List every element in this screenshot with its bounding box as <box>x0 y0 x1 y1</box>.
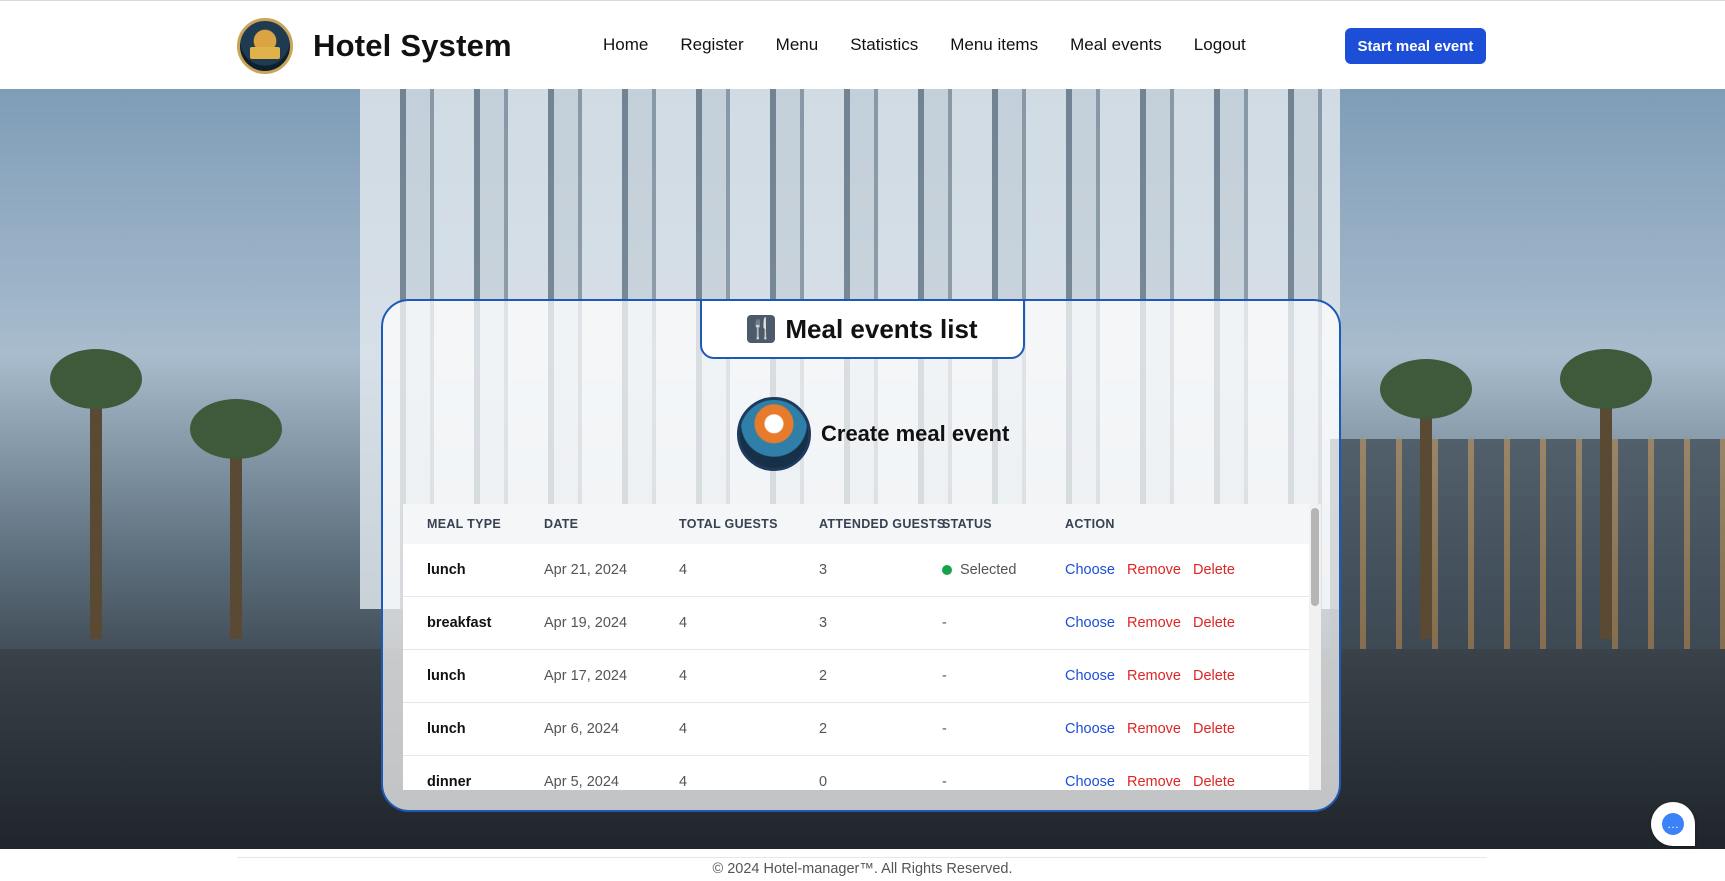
scrollbar-thumb[interactable] <box>1311 508 1319 606</box>
status-label: Selected <box>960 562 1017 578</box>
nav-meal-events[interactable]: Meal events <box>1070 35 1162 55</box>
delete-link[interactable]: Delete <box>1193 562 1235 578</box>
status-label: - <box>942 668 947 684</box>
footer-divider <box>237 857 1487 858</box>
palm-tree-image <box>1380 359 1472 639</box>
nav-menu-items[interactable]: Menu items <box>950 35 1038 55</box>
attended-guests: 2 <box>819 668 828 684</box>
date: Apr 17, 2024 <box>544 668 628 684</box>
palm-tree-image <box>50 349 142 639</box>
meal-events-table: MEAL TYPE DATE TOTAL GUESTS ATTENDED GUE… <box>403 504 1321 790</box>
row-actions: Choose Remove Delete <box>1065 668 1235 684</box>
meal-events-card: 🍴 Meal events list Create meal event MEA… <box>381 299 1341 812</box>
fork-knife-icon: 🍴 <box>747 315 776 343</box>
table-row: lunch Apr 17, 2024 4 2 - Choose Remove D… <box>403 650 1321 703</box>
palm-tree-image <box>190 399 282 639</box>
meal-type: lunch <box>427 721 466 737</box>
remove-link[interactable]: Remove <box>1127 615 1181 631</box>
total-guests: 4 <box>679 668 688 684</box>
table-row: lunch Apr 21, 2024 4 3 Selected Choose R… <box>403 544 1321 597</box>
date: Apr 19, 2024 <box>544 615 628 631</box>
delete-link[interactable]: Delete <box>1193 721 1235 737</box>
status-label: - <box>942 721 947 737</box>
nav-register[interactable]: Register <box>680 35 743 55</box>
table-row: lunch Apr 6, 2024 4 2 - Choose Remove De… <box>403 703 1321 756</box>
choose-link[interactable]: Choose <box>1065 668 1115 684</box>
chat-bubble-icon: … <box>1662 813 1684 835</box>
remove-link[interactable]: Remove <box>1127 668 1181 684</box>
choose-link[interactable]: Choose <box>1065 562 1115 578</box>
total-guests: 4 <box>679 615 688 631</box>
footer-copyright: © 2024 Hotel-manager™. All Rights Reserv… <box>712 861 1013 877</box>
side-building-image <box>1330 439 1725 659</box>
chef-icon <box>737 397 811 471</box>
card-title-box: 🍴 Meal events list <box>700 301 1025 359</box>
col-action: ACTION <box>1065 517 1115 531</box>
attended-guests: 3 <box>819 562 828 578</box>
total-guests: 4 <box>679 562 688 578</box>
meal-type: breakfast <box>427 615 492 631</box>
hero-background: 🍴 Meal events list Create meal event MEA… <box>0 89 1725 849</box>
col-date: DATE <box>544 517 579 531</box>
remove-link[interactable]: Remove <box>1127 721 1181 737</box>
meal-type: lunch <box>427 668 466 684</box>
palm-tree-image <box>1560 349 1652 639</box>
row-actions: Choose Remove Delete <box>1065 615 1235 631</box>
meal-type: lunch <box>427 562 466 578</box>
delete-link[interactable]: Delete <box>1193 668 1235 684</box>
status-label: - <box>942 774 947 790</box>
nav-menu[interactable]: Menu <box>776 35 819 55</box>
date: Apr 21, 2024 <box>544 562 628 578</box>
row-actions: Choose Remove Delete <box>1065 721 1235 737</box>
chat-widget-button[interactable]: … <box>1651 802 1695 846</box>
attended-guests: 3 <box>819 615 828 631</box>
col-meal-type: MEAL TYPE <box>427 517 502 531</box>
total-guests: 4 <box>679 774 688 790</box>
brand-title: Hotel System <box>313 28 512 63</box>
date: Apr 5, 2024 <box>544 774 619 790</box>
col-total-guests: TOTAL GUESTS <box>679 517 778 531</box>
choose-link[interactable]: Choose <box>1065 615 1115 631</box>
table-scrollbar[interactable] <box>1309 504 1321 790</box>
create-meal-event-button[interactable]: Create meal event <box>737 397 1009 471</box>
create-meal-event-label: Create meal event <box>821 421 1010 446</box>
table-row: dinner Apr 5, 2024 4 0 - Choose Remove D… <box>403 756 1321 790</box>
top-navbar: Hotel System Home Register Menu Statisti… <box>0 0 1725 89</box>
hotel-logo-icon <box>237 18 293 74</box>
attended-guests: 2 <box>819 721 828 737</box>
delete-link[interactable]: Delete <box>1193 615 1235 631</box>
meal-type: dinner <box>427 774 472 790</box>
table-row: breakfast Apr 19, 2024 4 3 - Choose Remo… <box>403 597 1321 650</box>
delete-link[interactable]: Delete <box>1193 774 1235 790</box>
nav-home[interactable]: Home <box>603 35 648 55</box>
start-meal-event-button[interactable]: Start meal event <box>1345 28 1486 64</box>
row-actions: Choose Remove Delete <box>1065 562 1235 578</box>
nav-statistics[interactable]: Statistics <box>850 35 918 55</box>
status: Selected <box>942 562 1016 578</box>
status-dot-icon <box>942 565 952 575</box>
card-title: Meal events list <box>785 313 978 344</box>
main-nav: Home Register Menu Statistics Menu items… <box>603 35 1278 55</box>
attended-guests: 0 <box>819 774 828 790</box>
remove-link[interactable]: Remove <box>1127 562 1181 578</box>
nav-logout[interactable]: Logout <box>1194 35 1246 55</box>
table-header: MEAL TYPE DATE TOTAL GUESTS ATTENDED GUE… <box>403 504 1321 544</box>
total-guests: 4 <box>679 721 688 737</box>
date: Apr 6, 2024 <box>544 721 619 737</box>
footer: © 2024 Hotel-manager™. All Rights Reserv… <box>0 849 1725 881</box>
col-status: STATUS <box>942 517 992 531</box>
status-label: - <box>942 615 947 631</box>
choose-link[interactable]: Choose <box>1065 721 1115 737</box>
remove-link[interactable]: Remove <box>1127 774 1181 790</box>
brand[interactable]: Hotel System <box>237 18 512 74</box>
row-actions: Choose Remove Delete <box>1065 774 1235 790</box>
col-attended-guests: ATTENDED GUESTS <box>819 517 946 531</box>
choose-link[interactable]: Choose <box>1065 774 1115 790</box>
